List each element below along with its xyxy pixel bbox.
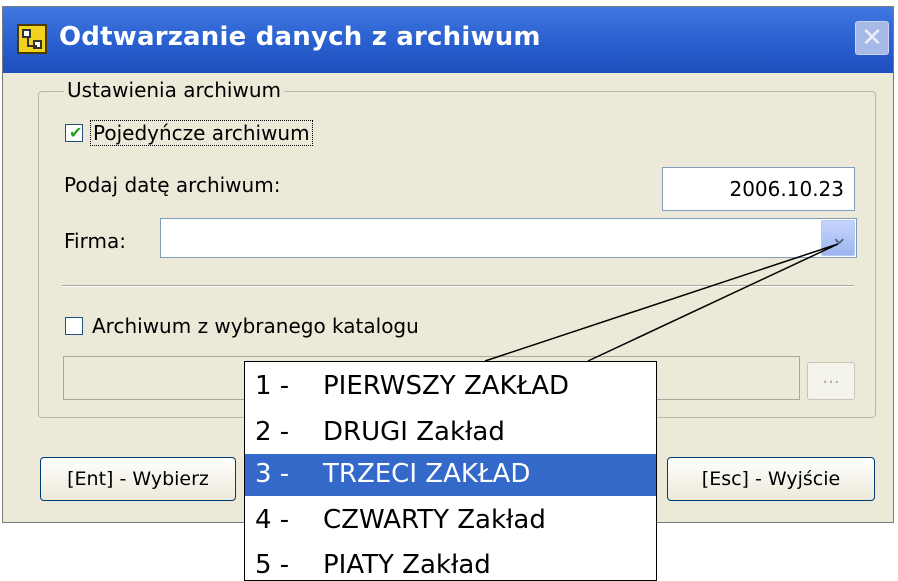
dropdown-item[interactable]: 5 - PIATY Zakład xyxy=(245,545,656,580)
item-number: 3 - xyxy=(255,459,290,489)
company-dropdown-list[interactable]: 1 - PIERWSZY ZAKŁAD 2 - DRUGI Zakład 3 -… xyxy=(244,361,657,581)
item-name: PIATY Zakład xyxy=(323,550,491,580)
item-name: TRZECI ZAKŁAD xyxy=(323,459,531,489)
item-number: 4 - xyxy=(255,505,290,535)
callout-line-left xyxy=(484,243,839,362)
item-number: 2 - xyxy=(255,417,290,447)
item-name: PIERWSZY ZAKŁAD xyxy=(323,371,570,401)
dropdown-item[interactable]: 2 - DRUGI Zakład xyxy=(245,412,656,454)
item-number: 5 - xyxy=(255,550,290,580)
item-name: DRUGI Zakład xyxy=(323,417,505,447)
item-name: CZWARTY Zakład xyxy=(323,505,546,535)
dropdown-item[interactable]: 1 - PIERWSZY ZAKŁAD xyxy=(245,366,656,408)
dropdown-item[interactable]: 4 - CZWARTY Zakład xyxy=(245,500,656,542)
dropdown-item-selected[interactable]: 3 - TRZECI ZAKŁAD xyxy=(245,454,656,496)
item-number: 1 - xyxy=(255,371,290,401)
callout-line-right xyxy=(587,243,839,362)
